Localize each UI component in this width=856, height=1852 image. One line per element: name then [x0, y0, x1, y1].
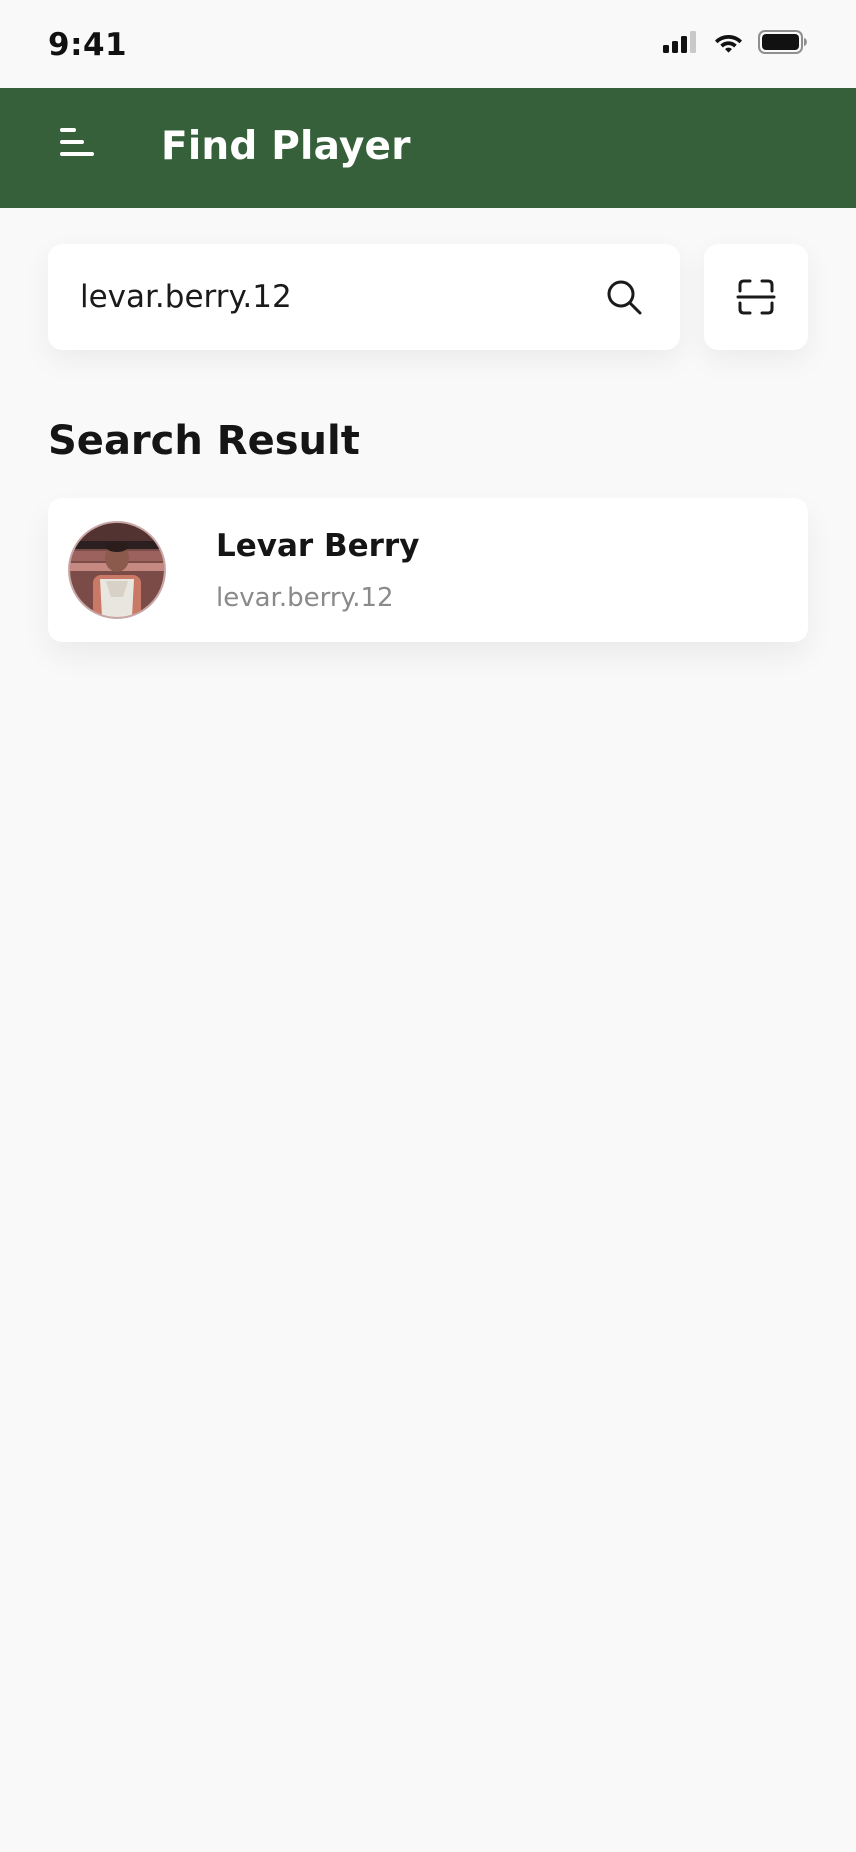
cellular-signal-icon: [663, 31, 699, 57]
search-icon[interactable]: [604, 277, 644, 317]
menu-icon: [52, 128, 96, 164]
player-result-card[interactable]: Levar Berry levar.berry.12: [48, 498, 808, 642]
player-handle: levar.berry.12: [216, 583, 394, 613]
search-input[interactable]: levar.berry.12: [80, 279, 292, 315]
player-name: Levar Berry: [216, 528, 420, 564]
app-header: Find Player: [0, 88, 856, 208]
page-title: Find Player: [161, 124, 411, 169]
search-field[interactable]: levar.berry.12: [48, 244, 680, 350]
status-bar: 9:41: [0, 0, 856, 88]
status-icons: [663, 30, 808, 58]
avatar: [68, 521, 166, 619]
menu-button[interactable]: [52, 124, 104, 172]
section-title: Search Result: [48, 418, 360, 464]
scan-button[interactable]: [704, 244, 808, 350]
status-time: 9:41: [48, 27, 128, 63]
battery-icon: [758, 30, 808, 58]
wifi-icon: [713, 31, 744, 57]
qr-scan-icon: [736, 279, 776, 315]
